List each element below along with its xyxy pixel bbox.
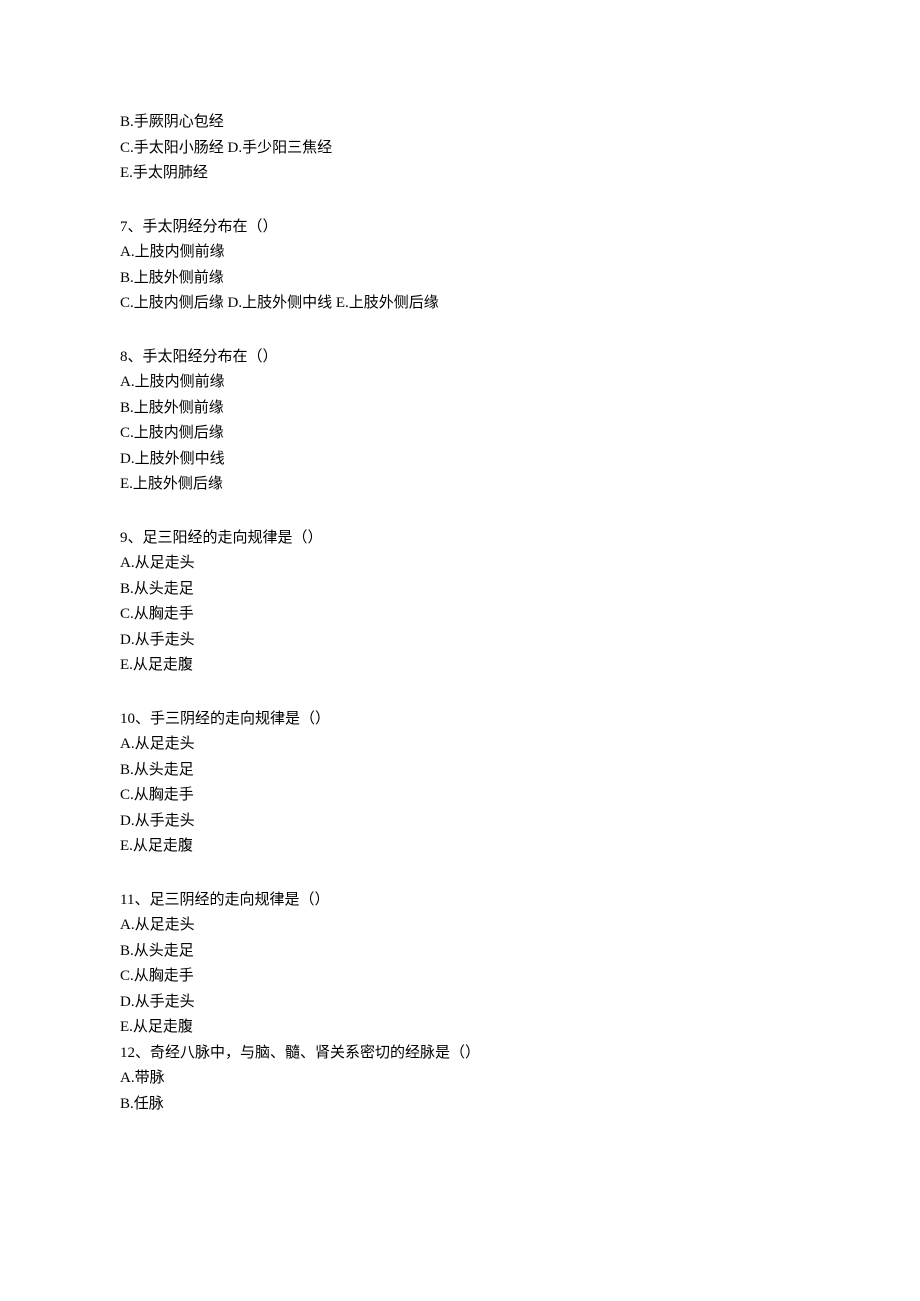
question-text: 12、奇经八脉中，与脑、髓、肾关系密切的经脉是（） (120, 1041, 800, 1067)
option-text: A.从足走头 (120, 913, 800, 939)
option-text: B.从头走足 (120, 758, 800, 784)
option-text: B.从头走足 (120, 939, 800, 965)
document-page: B.手厥阴心包经 C.手太阳小肠经 D.手少阳三焦经 E.手太阴肺经 7、手太阴… (0, 0, 920, 1301)
option-text: B.手厥阴心包经 (120, 110, 800, 136)
option-text: A.带脉 (120, 1066, 800, 1092)
option-text: B.从头走足 (120, 577, 800, 603)
option-text: E.手太阴肺经 (120, 161, 800, 187)
option-text: A.从足走头 (120, 732, 800, 758)
option-text: D.从手走头 (120, 809, 800, 835)
option-text: D.从手走头 (120, 990, 800, 1016)
option-text: B.任脉 (120, 1092, 800, 1118)
option-text: E.从足走腹 (120, 653, 800, 679)
option-text: C.从胸走手 (120, 783, 800, 809)
option-text: C.手太阳小肠经 D.手少阳三焦经 (120, 136, 800, 162)
option-text: A.从足走头 (120, 551, 800, 577)
question-text: 9、足三阳经的走向规律是（） (120, 526, 800, 552)
option-text: A.上肢内侧前缘 (120, 240, 800, 266)
option-text: D.上肢外侧中线 (120, 447, 800, 473)
question-text: 7、手太阴经分布在（） (120, 215, 800, 241)
option-text: E.从足走腹 (120, 1015, 800, 1041)
question-10: 10、手三阴经的走向规律是（） A.从足走头 B.从头走足 C.从胸走手 D.从… (120, 707, 800, 860)
question-7: 7、手太阴经分布在（） A.上肢内侧前缘 B.上肢外侧前缘 C.上肢内侧后缘 D… (120, 215, 800, 317)
question-9: 9、足三阳经的走向规律是（） A.从足走头 B.从头走足 C.从胸走手 D.从手… (120, 526, 800, 679)
option-text: B.上肢外侧前缘 (120, 396, 800, 422)
question-text: 10、手三阴经的走向规律是（） (120, 707, 800, 733)
option-text: C.从胸走手 (120, 602, 800, 628)
question-8: 8、手太阳经分布在（） A.上肢内侧前缘 B.上肢外侧前缘 C.上肢内侧后缘 D… (120, 345, 800, 498)
option-text: D.从手走头 (120, 628, 800, 654)
question-text: 8、手太阳经分布在（） (120, 345, 800, 371)
option-text: A.上肢内侧前缘 (120, 370, 800, 396)
option-text: E.从足走腹 (120, 834, 800, 860)
question-6-tail: B.手厥阴心包经 C.手太阳小肠经 D.手少阳三焦经 E.手太阴肺经 (120, 110, 800, 187)
question-text: 11、足三阴经的走向规律是（） (120, 888, 800, 914)
option-text: E.上肢外侧后缘 (120, 472, 800, 498)
option-text: C.从胸走手 (120, 964, 800, 990)
option-text: C.上肢内侧后缘 (120, 421, 800, 447)
option-text: C.上肢内侧后缘 D.上肢外侧中线 E.上肢外侧后缘 (120, 291, 800, 317)
option-text: B.上肢外侧前缘 (120, 266, 800, 292)
question-11-12: 11、足三阴经的走向规律是（） A.从足走头 B.从头走足 C.从胸走手 D.从… (120, 888, 800, 1118)
